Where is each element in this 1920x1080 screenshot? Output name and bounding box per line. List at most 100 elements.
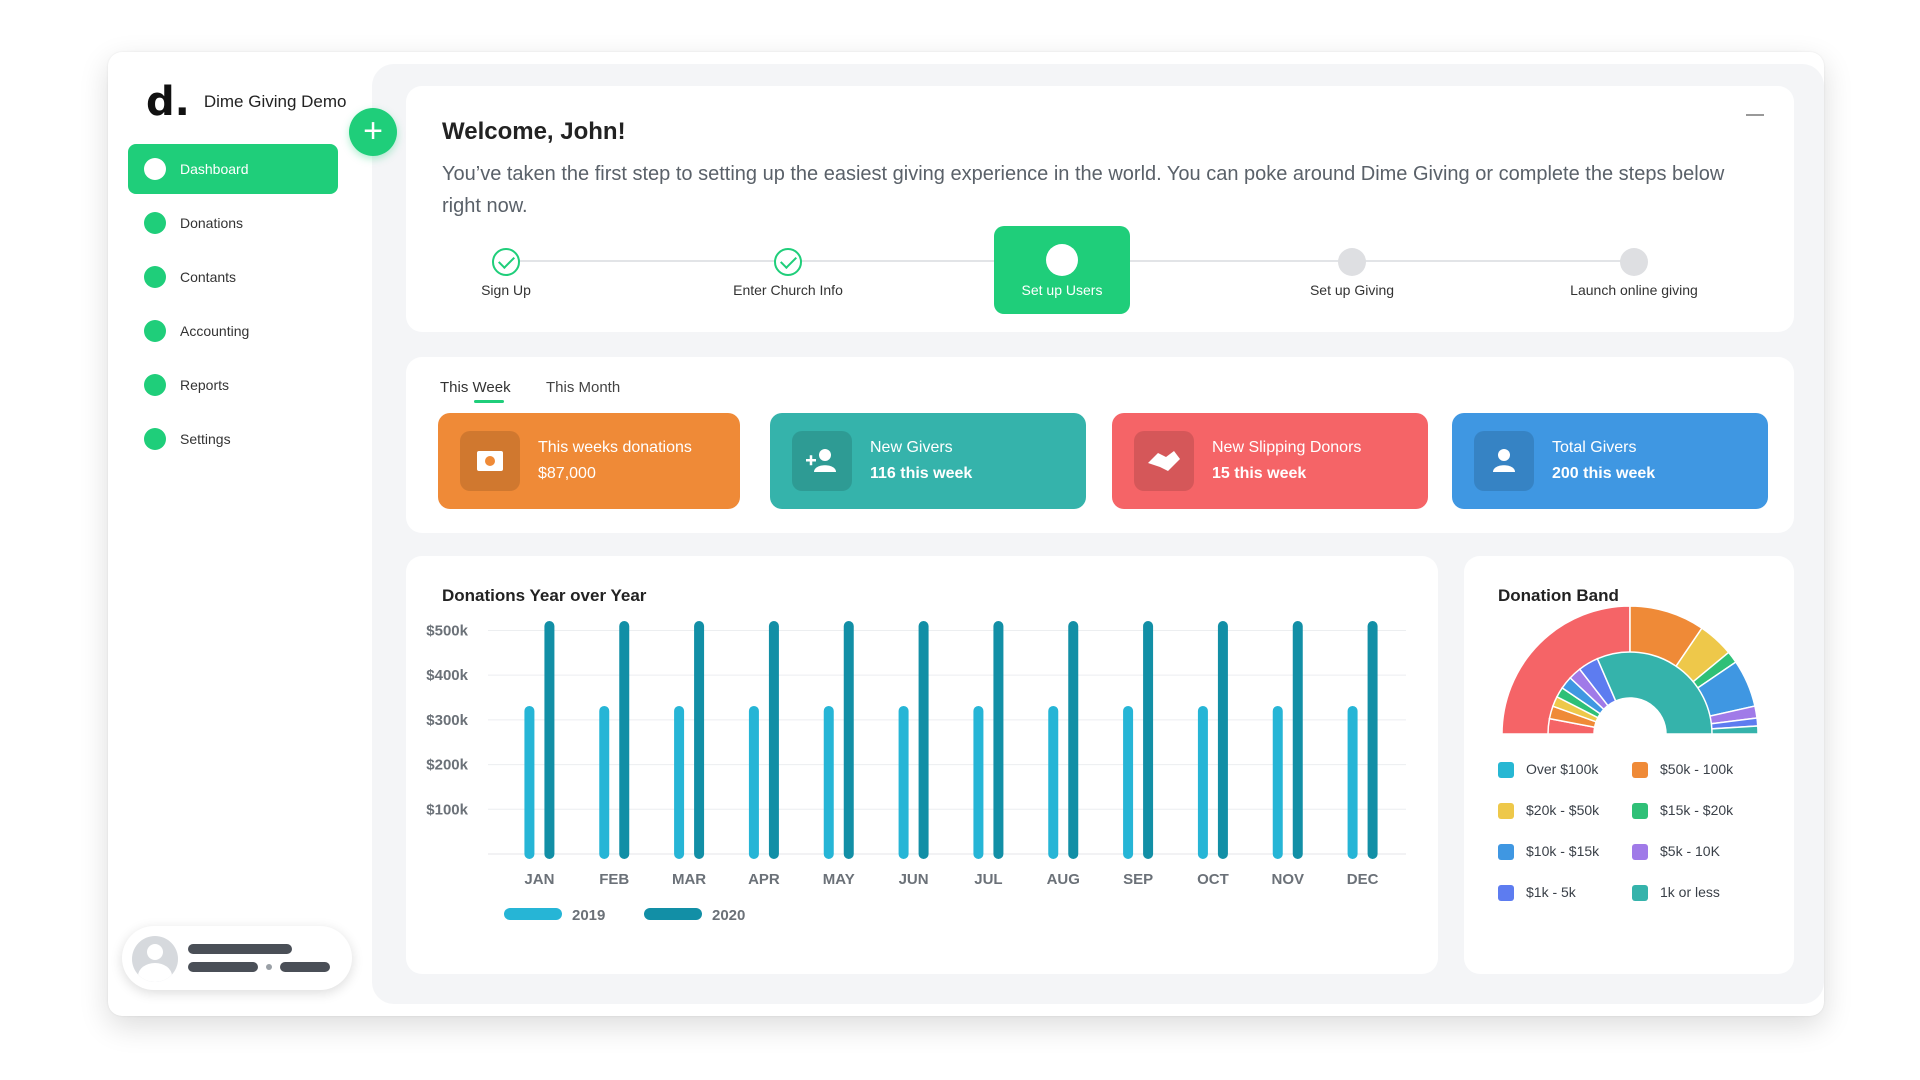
legend-label: 2020 [712, 907, 745, 924]
tab-this-week[interactable]: This Week [440, 379, 511, 396]
sidebar-nav: Dashboard Donations Contants Accounting … [128, 144, 338, 468]
stat-value: $87,000 [538, 465, 596, 482]
x-tick-label: MAY [823, 871, 855, 888]
dashboard-icon [144, 158, 166, 180]
legend-label: $1k - 5k [1526, 884, 1576, 900]
stat-value: 116 this week [870, 465, 973, 482]
handshake-icon [1134, 431, 1194, 491]
money-icon [460, 431, 520, 491]
legend-swatch [1498, 762, 1514, 778]
legend-swatch [1632, 844, 1648, 860]
legend-label: $20k - $50k [1526, 802, 1600, 818]
sidebar-item-reports[interactable]: Reports [128, 360, 338, 410]
donations-chart-card: Donations Year over Year $100k $200k $300k… [406, 556, 1438, 974]
add-button[interactable]: + [349, 108, 397, 156]
sidebar-item-label: Reports [180, 377, 230, 393]
x-tick-label: FEB [599, 871, 629, 888]
legend-swatch [1498, 803, 1514, 819]
stat-card-new-givers[interactable]: New Givers 116 this week [770, 413, 1086, 509]
welcome-text: You’ve taken the first step to setting u… [442, 163, 1725, 217]
reports-icon [144, 374, 166, 396]
x-tick-label: SEP [1123, 871, 1153, 888]
y-tick-label: $200k [426, 757, 468, 774]
x-tick-label: OCT [1197, 871, 1229, 888]
stat-value: 200 this week [1552, 465, 1656, 482]
legend-swatch [1498, 885, 1514, 901]
stats-card: This Week This Month This weeks donation… [406, 357, 1794, 533]
step-launch-online-giving[interactable]: Launch online giving [1534, 226, 1734, 314]
y-tick-label: $400k [426, 667, 468, 684]
step-set-up-users[interactable]: Set up Users [994, 226, 1130, 314]
donation-band-card: Donation Band Over $100k $50k - 100k $20k … [1464, 556, 1794, 974]
x-tick-label: AUG [1047, 871, 1080, 888]
user-profile-card[interactable] [122, 926, 352, 990]
step-sign-up[interactable]: Sign Up [406, 226, 606, 314]
current-step-icon [1046, 244, 1078, 276]
stat-card-slipping-donors[interactable]: New Slipping Donors 15 this week [1112, 413, 1428, 509]
donations-icon [144, 212, 166, 234]
stat-title: New Givers [870, 439, 953, 456]
welcome-title: Welcome, John! [442, 118, 626, 145]
legend-label: $5k - 10K [1660, 843, 1720, 859]
tab-this-month[interactable]: This Month [546, 379, 620, 396]
sidebar-item-accounting[interactable]: Accounting [128, 306, 338, 356]
logo-mark: d. [146, 79, 190, 125]
legend-swatch [1632, 762, 1648, 778]
step-label: Set up Users [1021, 282, 1103, 298]
settings-icon [144, 428, 166, 450]
legend-label: 2019 [572, 907, 605, 924]
x-tick-label: DEC [1347, 871, 1379, 888]
sidebar-item-label: Donations [180, 215, 244, 231]
x-tick-label: JUL [974, 871, 1002, 888]
add-user-icon [792, 431, 852, 491]
legend-swatch [1632, 885, 1648, 901]
step-label: Sign Up [481, 282, 531, 298]
y-tick-label: $300k [426, 712, 468, 729]
sidebar-item-label: Dashboard [180, 161, 249, 177]
x-tick-label: NOV [1271, 871, 1304, 888]
legend-swatch [1498, 844, 1514, 860]
sidebar-item-label: Settings [180, 431, 231, 447]
user-detail-placeholder [188, 962, 258, 972]
separator-dot [266, 964, 272, 970]
sidebar-item-label: Contants [180, 269, 237, 285]
y-tick-label: $100k [426, 801, 468, 818]
y-tick-label: $500k [426, 622, 468, 639]
donations-bar-chart: $100k $200k $300k $400k $500k JAN FEB MAR APR MAY… [426, 621, 1406, 924]
step-label: Set up Giving [1309, 282, 1395, 298]
app-name: Dime Giving Demo [203, 92, 347, 111]
stat-card-total-givers[interactable]: Total Givers 200 this week [1452, 413, 1768, 509]
sidebar-item-dashboard[interactable]: Dashboard [128, 144, 338, 194]
person-icon [1474, 431, 1534, 491]
logo[interactable]: d. Dime Giving Demo [146, 82, 346, 122]
user-avatar-icon [132, 936, 178, 982]
user-name-placeholder [188, 944, 292, 954]
stat-card-donations[interactable]: This weeks donations $87,000 [438, 413, 740, 509]
pending-step-icon [1338, 248, 1366, 276]
step-set-up-giving[interactable]: Set up Giving [1252, 226, 1452, 314]
legend-label: Over $100k [1526, 761, 1599, 777]
legend-label: $15k - $20k [1660, 802, 1734, 818]
legend-label: 1k or less [1660, 884, 1720, 900]
user-role-placeholder [280, 962, 330, 972]
plus-icon: + [363, 112, 383, 150]
minimize-button[interactable] [1746, 114, 1764, 116]
sidebar-item-donations[interactable]: Donations [128, 198, 338, 248]
stat-value: 15 this week [1212, 465, 1307, 482]
step-label: Launch online giving [1570, 282, 1698, 298]
sidebar-item-contacts[interactable]: Contants [128, 252, 338, 302]
legend-label: $10k - $15k [1526, 843, 1600, 859]
legend-swatch [1632, 803, 1648, 819]
x-tick-label: JAN [524, 871, 554, 888]
x-tick-label: APR [748, 871, 780, 888]
step-label: Enter Church Info [733, 282, 843, 298]
contacts-icon [144, 266, 166, 288]
check-icon [774, 248, 802, 276]
active-tab-indicator [474, 400, 504, 403]
sidebar-item-settings[interactable]: Settings [128, 414, 338, 464]
welcome-card: Welcome, John! You’ve taken the first st… [406, 86, 1794, 332]
x-tick-label: MAR [672, 871, 706, 888]
step-church-info[interactable]: Enter Church Info [688, 226, 888, 314]
stat-title: Total Givers [1552, 439, 1637, 456]
stat-title: New Slipping Donors [1212, 439, 1362, 456]
